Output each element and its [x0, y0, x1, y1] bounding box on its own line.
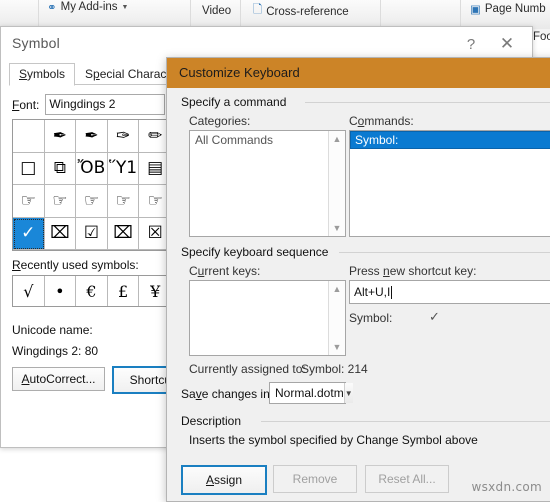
ribbon-divider [190, 0, 191, 29]
new-shortcut-label: Press new shortcut key: [349, 264, 477, 278]
description-text: Inserts the symbol specified by Change S… [189, 433, 478, 447]
ribbon-item-label: Cross-reference [266, 5, 349, 18]
current-keys-label: Current keys: [189, 264, 261, 278]
ribbon-item-label: My Add-ins [60, 1, 118, 13]
unicode-name-value: Wingdings 2: 80 [12, 344, 99, 358]
ribbon-divider [240, 0, 241, 29]
check-icon: ✓ [429, 309, 440, 324]
font-select[interactable]: Wingdings 2 [45, 94, 166, 115]
recent-symbol-cell[interactable]: € [76, 276, 108, 306]
reset-all-button[interactable]: Reset All... [365, 465, 449, 493]
symbol-cell[interactable]: ὌB [76, 152, 108, 185]
customize-keyboard-dialog: Customize Keyboard Specify a command Cat… [166, 57, 550, 502]
symbol-cell[interactable]: ✑ [107, 120, 140, 153]
specify-command-group-label: Specify a command [181, 95, 293, 109]
help-icon[interactable]: ? [454, 31, 488, 57]
symbol-cell[interactable]: ⌧ [107, 217, 140, 250]
close-icon[interactable]: ✕ [490, 31, 524, 57]
save-changes-select[interactable]: Normal.dotm ▼ [269, 382, 353, 404]
keyboard-sequence-group-label: Specify keyboard sequence [181, 245, 335, 259]
symbol-cell[interactable]: ⧉ [44, 152, 77, 185]
categories-listbox[interactable]: All Commands ▲ ▼ [189, 130, 346, 237]
commands-listbox[interactable]: Symbol: [349, 130, 550, 237]
symbol-dialog-title: Symbol [12, 35, 60, 51]
ribbon-item-my-addins[interactable]: ⚭ My Add-ins ▼ [47, 0, 128, 14]
scroll-up-icon[interactable]: ▲ [329, 131, 345, 147]
scroll-down-icon[interactable]: ▼ [329, 339, 345, 355]
ribbon-divider [38, 0, 39, 29]
page-number-icon: ▣ [470, 4, 481, 16]
commands-label: Commands: [349, 114, 414, 128]
symbol-cell[interactable]: □ [13, 152, 45, 185]
watermark: wsxdn.com [471, 480, 542, 494]
symbol-cell[interactable]: ☞ [76, 185, 108, 218]
font-row: Font: Wingdings 2 [12, 94, 166, 115]
symbol-cell[interactable]: ☞ [44, 185, 77, 218]
ribbon-divider [380, 0, 381, 29]
currently-assigned-value: Symbol: 214 [301, 362, 368, 376]
recent-symbol-cell[interactable]: √ [13, 276, 45, 306]
ribbon-item-label: Page Numb [484, 3, 546, 15]
current-keys-scrollbar[interactable]: ▲ ▼ [328, 281, 345, 355]
new-shortcut-input[interactable]: Alt+U,I [349, 280, 550, 304]
save-changes-label: Save changes in: [181, 387, 274, 401]
recent-symbol-cell[interactable]: £ [108, 276, 140, 306]
symbol-cell[interactable]: ✒ [76, 120, 108, 153]
categories-label: Categories: [189, 114, 251, 128]
ribbon-item-label: Video [202, 5, 232, 17]
recent-symbols-label: Recently used symbols: [12, 258, 139, 272]
ribbon-divider [460, 0, 461, 29]
symbol-grid[interactable]: ✒ ✒ ✑ ✏ □ ⧉ ὌB Ὕ1 ▤ ☞ ☞ ☞ ☞ ☞ ✓ ⌧ ☑ ⌧ ☒ [12, 119, 172, 251]
symbol-cell[interactable] [13, 120, 45, 153]
group-divider [305, 102, 550, 103]
symbol-cell[interactable]: ☑ [76, 217, 108, 250]
font-label: Font: [12, 97, 40, 112]
tab-symbols[interactable]: Symbols [9, 63, 76, 86]
scroll-down-icon[interactable]: ▼ [329, 220, 345, 236]
symbol-cell[interactable]: ✒ [44, 120, 77, 153]
recent-symbol-cell[interactable]: • [45, 276, 77, 306]
categories-scrollbar[interactable]: ▲ ▼ [328, 131, 345, 236]
chevron-down-icon[interactable]: ▼ [122, 4, 129, 11]
symbol-cell[interactable]: Ὕ1 [107, 152, 140, 185]
categories-item[interactable]: All Commands [190, 131, 345, 149]
symbol-dialog-titlebar: Symbol ? ✕ [1, 27, 532, 61]
assign-button[interactable]: Assign [181, 465, 267, 495]
new-shortcut-value: Alt+U,I [354, 285, 391, 299]
addins-icon: ⚭ [47, 2, 57, 14]
symbol-cell[interactable]: ✓ [13, 217, 45, 250]
autocorrect-button[interactable]: AutoCorrect... [12, 367, 105, 391]
group-divider [261, 421, 550, 422]
ribbon-item-video[interactable]: Video [202, 5, 231, 17]
current-keys-listbox[interactable]: ▲ ▼ [189, 280, 346, 356]
symbol-row-label: Symbol: [349, 311, 393, 325]
recent-symbols-grid[interactable]: √ • € £ ¥ [12, 275, 172, 307]
symbol-cell[interactable]: ☞ [107, 185, 140, 218]
save-changes-value: Normal.dotm [275, 386, 344, 400]
customize-keyboard-title: Customize Keyboard [179, 65, 300, 80]
unicode-name-label: Unicode name: [12, 323, 93, 337]
cross-reference-icon: 🗋 [253, 4, 263, 16]
remove-button[interactable]: Remove [273, 465, 357, 493]
customize-keyboard-titlebar: Customize Keyboard [167, 58, 550, 88]
description-group-label: Description [181, 414, 248, 428]
currently-assigned-label: Currently assigned to: [189, 362, 306, 376]
tab-symbols-label: ymbols [27, 67, 66, 81]
group-divider [339, 252, 550, 253]
text-caret [391, 285, 393, 299]
ribbon-item-cross-reference[interactable]: 🗋 Cross-reference [253, 2, 349, 21]
commands-item-symbol[interactable]: Symbol: [350, 131, 550, 149]
ribbon-item-page-number[interactable]: ▣ Page Numb [470, 2, 546, 16]
scroll-up-icon[interactable]: ▲ [329, 281, 345, 297]
ribbon-item-footnote[interactable]: Foo [533, 31, 550, 43]
symbol-cell[interactable]: ⌧ [44, 217, 77, 250]
symbol-cell[interactable]: ☞ [13, 185, 45, 218]
chevron-down-icon[interactable]: ▼ [343, 383, 353, 403]
